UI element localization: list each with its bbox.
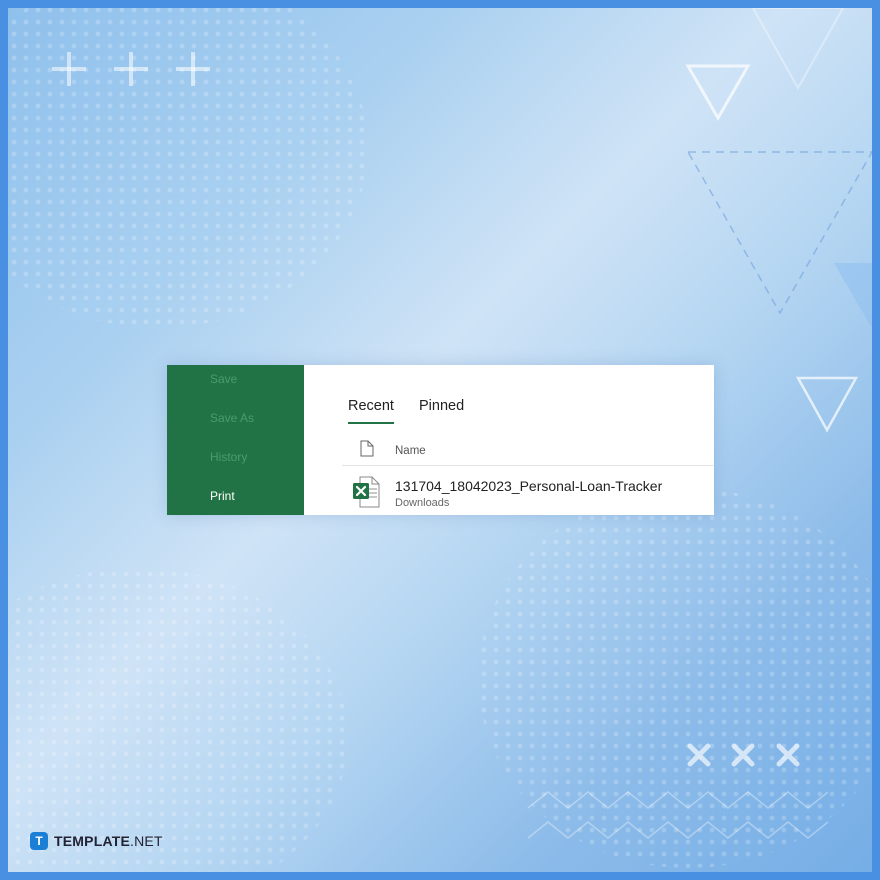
logo-text: TEMPLATE.NET [54,833,163,849]
logo-text-light: .NET [130,833,163,849]
sidebar-item-save[interactable]: Save [210,372,237,386]
background-frame: Save Save As History Print Recent Pinned… [0,0,880,880]
backstage-sidebar: Save Save As History Print [167,365,304,515]
excel-backstage-window: Save Save As History Print Recent Pinned… [167,365,714,515]
document-icon [360,440,374,457]
excel-file-icon [353,476,380,508]
logo-text-bold: TEMPLATE [54,833,131,849]
tab-recent[interactable]: Recent [348,398,394,414]
file-list-item[interactable]: 131704_18042023_Personal-Loan-Tracker Do… [342,466,714,515]
sidebar-item-print[interactable]: Print [210,489,235,503]
file-location: Downloads [395,497,450,509]
template-net-logo: T TEMPLATE.NET [30,832,163,850]
logo-icon: T [30,832,48,850]
recent-files-panel: Recent Pinned Name 131704_18042023_Perso… [304,365,714,515]
file-name: 131704_18042023_Personal-Loan-Tracker [395,478,663,494]
sidebar-item-save-as[interactable]: Save As [210,411,254,425]
column-header-name[interactable]: Name [395,445,426,457]
tab-selected-indicator [348,422,394,424]
sidebar-item-history[interactable]: History [210,450,247,464]
tab-pinned[interactable]: Pinned [419,398,464,414]
